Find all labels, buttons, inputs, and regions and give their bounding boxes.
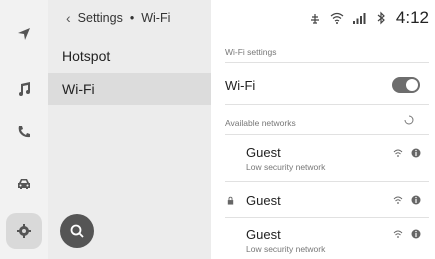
- wifi-signal-icon: [393, 149, 403, 157]
- music-icon[interactable]: [10, 75, 38, 103]
- menu-item-wifi[interactable]: Wi-Fi: [48, 73, 211, 105]
- divider: [225, 134, 429, 135]
- settings-icon[interactable]: [10, 217, 38, 245]
- lock-icon: [227, 196, 234, 205]
- menu-item-label: Wi-Fi: [62, 81, 95, 97]
- menu-item-label: Hotspot: [62, 48, 111, 64]
- breadcrumb-root[interactable]: Settings: [78, 11, 123, 25]
- divider: [225, 104, 429, 105]
- signal-bars-icon: [352, 13, 366, 24]
- car-icon[interactable]: [10, 170, 38, 198]
- breadcrumb: ‹ Settings • Wi-Fi: [66, 10, 170, 26]
- breadcrumb-current: Wi-Fi: [141, 11, 171, 25]
- divider: [225, 181, 429, 182]
- info-icon: [411, 148, 421, 158]
- toggle-knob: [406, 79, 418, 91]
- bluetooth-icon: [377, 11, 385, 25]
- network-subtitle: Low security network: [246, 244, 326, 254]
- info-icon: [411, 195, 421, 205]
- wifi-signal-icon: [393, 196, 403, 204]
- antenna-icon: [310, 14, 319, 24]
- wifi-signal-icon: [393, 230, 403, 238]
- network-subtitle: Low security network: [246, 162, 326, 172]
- clock-time: 4:12: [395, 8, 429, 27]
- menu-item-hotspot[interactable]: Hotspot: [48, 40, 211, 72]
- wifi-toggle-label: Wi-Fi: [225, 78, 256, 93]
- breadcrumb-separator: •: [129, 11, 135, 25]
- search-icon: [70, 224, 84, 238]
- network-name: Guest: [246, 227, 281, 242]
- divider: [225, 62, 429, 63]
- navigation-icon[interactable]: [10, 20, 38, 48]
- available-networks-label: Available networks: [225, 118, 296, 128]
- search-button[interactable]: [60, 214, 94, 248]
- status-bar: 4:12: [308, 8, 429, 28]
- loading-spinner-icon: [404, 115, 414, 125]
- info-icon: [411, 229, 421, 239]
- wifi-panel: 4:12 Wi-Fi settings Wi-Fi Available netw…: [211, 0, 435, 259]
- network-name: Guest: [246, 193, 281, 208]
- side-rail: [0, 0, 48, 259]
- network-name: Guest: [246, 145, 281, 160]
- divider: [225, 217, 429, 218]
- phone-icon[interactable]: [10, 118, 38, 146]
- wifi-toggle[interactable]: [392, 77, 420, 93]
- settings-menu: ‹ Settings • Wi-Fi Hotspot Wi-Fi: [48, 0, 211, 259]
- wifi-icon: [330, 12, 344, 24]
- wifi-settings-label: Wi-Fi settings: [225, 47, 277, 57]
- back-chevron-icon[interactable]: ‹: [66, 10, 71, 26]
